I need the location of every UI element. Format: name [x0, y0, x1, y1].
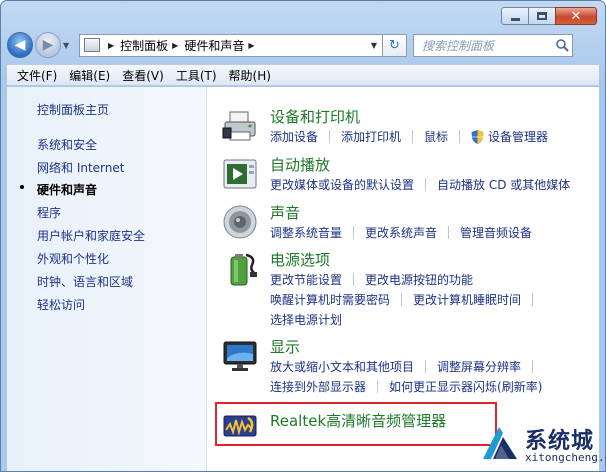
minimize-button[interactable] [501, 7, 529, 25]
menu-edit[interactable]: 编辑(E) [63, 67, 116, 84]
printer-icon [222, 108, 258, 144]
breadcrumb-arrow-icon[interactable]: ▶ [248, 41, 254, 50]
monitor-icon [222, 338, 258, 374]
change-media-defaults-link[interactable]: 更改媒体或设备的默认设置 [270, 176, 414, 193]
nav-ease-of-access[interactable]: 轻松访问 [37, 296, 85, 313]
close-button[interactable]: ✕ [555, 7, 597, 25]
minimize-icon [510, 17, 520, 21]
change-power-button-link[interactable]: 更改电源按钮的功能 [365, 271, 473, 288]
nav-programs[interactable]: 程序 [37, 204, 61, 221]
add-device-link[interactable]: 添加设备 [270, 128, 318, 145]
speaker-icon [222, 204, 258, 240]
nav-appearance[interactable]: 外观和个性化 [37, 250, 109, 267]
add-printer-link[interactable]: 添加打印机 [341, 128, 401, 145]
fix-flicker-link[interactable]: 如何更正显示器闪烁(刷新率) [389, 378, 542, 395]
maximize-icon [537, 12, 547, 20]
breadcrumb-arrow-icon[interactable]: ▶ [108, 41, 114, 50]
category-title[interactable]: 显示 [270, 336, 300, 357]
navigation-bar: ◀ ▶ ▼ ▶ 控制面板 ▶ 硬件和声音 ▶ ▼ ↻ 搜索控制面板 [7, 29, 599, 61]
back-arrow-icon: ◀ [14, 37, 26, 53]
device-manager-link[interactable]: 设备管理器 [488, 128, 548, 145]
breadcrumb-arrow-icon[interactable]: ▶ [172, 41, 178, 50]
nav-user-accounts[interactable]: 用户帐户和家庭安全 [37, 227, 145, 244]
nav-network-internet[interactable]: 网络和 Internet [37, 159, 124, 176]
search-icon[interactable] [552, 38, 572, 52]
menu-view[interactable]: 查看(V) [116, 67, 170, 84]
watermark: 系统城 xitongcheng.com [479, 423, 606, 467]
link-row: 唤醒计算机时需要密码 更改计算机睡眠时间 [270, 291, 544, 308]
connect-external-display-link[interactable]: 连接到外部显示器 [270, 378, 366, 395]
watermark-logo-icon [483, 427, 517, 459]
back-button[interactable]: ◀ [7, 32, 33, 58]
link-row: 连接到外部显示器 如何更正显示器闪烁(刷新率) [270, 378, 542, 395]
forward-button[interactable]: ▶ [35, 32, 61, 58]
forward-arrow-icon: ▶ [42, 37, 54, 53]
control-panel-icon [84, 38, 100, 52]
breadcrumb-control-panel[interactable]: 控制面板 [120, 37, 168, 54]
window-frame: ✕ ◀ ▶ ▼ ▶ 控制面板 ▶ 硬件和声音 ▶ ▼ ↻ 搜索控制面板 文件(F… [0, 0, 606, 472]
menu-tools[interactable]: 工具(T) [170, 67, 223, 84]
address-dropdown-icon[interactable]: ▼ [366, 41, 382, 50]
category-pane: 设备和打印机 添加设备 添加打印机 鼠标 设备管理器 自动播放 更改媒体或设备的… [208, 87, 599, 471]
category-title[interactable]: 设备和打印机 [270, 106, 360, 127]
autoplay-icon [222, 156, 258, 192]
menu-bar: 文件(F) 编辑(E) 查看(V) 工具(T) 帮助(H) [7, 64, 599, 86]
change-power-saving-link[interactable]: 更改节能设置 [270, 271, 342, 288]
adjust-volume-link[interactable]: 调整系统音量 [270, 224, 342, 241]
content-area: 控制面板主页 系统和安全 网络和 Internet 硬件和声音 程序 用户帐户和… [7, 87, 599, 471]
category-title[interactable]: 电源选项 [270, 249, 330, 270]
link-row: 调整系统音量 更改系统声音 管理音频设备 [270, 224, 532, 241]
refresh-button[interactable]: ↻ [383, 33, 407, 57]
category-title[interactable]: 声音 [270, 202, 300, 223]
breadcrumb-hardware-sound[interactable]: 硬件和声音 [184, 37, 244, 54]
menu-help[interactable]: 帮助(H) [223, 67, 277, 84]
nav-clock-language[interactable]: 时钟、语言和区域 [37, 273, 133, 290]
recent-pages-dropdown[interactable]: ▼ [63, 41, 75, 50]
wake-password-link[interactable]: 唤醒计算机时需要密码 [270, 291, 390, 308]
caption-buttons: ✕ [501, 7, 597, 25]
realtek-audio-icon [222, 408, 258, 444]
manage-audio-devices-link[interactable]: 管理音频设备 [460, 224, 532, 241]
search-placeholder: 搜索控制面板 [422, 38, 495, 53]
watermark-url: xitongcheng.com [525, 451, 606, 464]
link-row: 更改节能设置 更改电源按钮的功能 [270, 271, 473, 288]
link-row: 更改媒体或设备的默认设置 自动播放 CD 或其他媒体 [270, 176, 570, 193]
category-title[interactable]: 自动播放 [270, 154, 330, 175]
active-bullet-icon [20, 185, 24, 189]
address-bar[interactable]: ▶ 控制面板 ▶ 硬件和声音 ▶ ▼ [79, 33, 383, 57]
zoom-text-link[interactable]: 放大或缩小文本和其他项目 [270, 358, 414, 375]
left-navigation-pane: 控制面板主页 系统和安全 网络和 Internet 硬件和声音 程序 用户帐户和… [7, 87, 207, 471]
change-system-sounds-link[interactable]: 更改系统声音 [365, 224, 437, 241]
link-row: 放大或缩小文本和其他项目 调整屏幕分辨率 [270, 358, 544, 375]
battery-icon [222, 251, 258, 287]
choose-power-plan-link[interactable]: 选择电源计划 [270, 311, 342, 328]
nav-hardware-sound[interactable]: 硬件和声音 [37, 181, 97, 198]
autoplay-cd-link[interactable]: 自动播放 CD 或其他媒体 [437, 176, 570, 193]
refresh-icon: ↻ [389, 37, 400, 53]
menu-file[interactable]: 文件(F) [11, 67, 63, 84]
close-icon: ✕ [570, 8, 582, 24]
nav-system-security[interactable]: 系统和安全 [37, 136, 97, 153]
realtek-manager-link[interactable]: Realtek高清晰音频管理器 [270, 410, 446, 431]
change-sleep-time-link[interactable]: 更改计算机睡眠时间 [413, 291, 521, 308]
link-row: 选择电源计划 [270, 311, 342, 328]
control-panel-home-link[interactable]: 控制面板主页 [37, 101, 109, 118]
mouse-link[interactable]: 鼠标 [424, 128, 448, 145]
search-input[interactable]: 搜索控制面板 [413, 33, 573, 57]
shield-icon [471, 129, 484, 144]
adjust-resolution-link[interactable]: 调整屏幕分辨率 [437, 358, 521, 375]
maximize-button[interactable] [528, 7, 556, 25]
link-row: 添加设备 添加打印机 鼠标 设备管理器 [270, 128, 548, 145]
